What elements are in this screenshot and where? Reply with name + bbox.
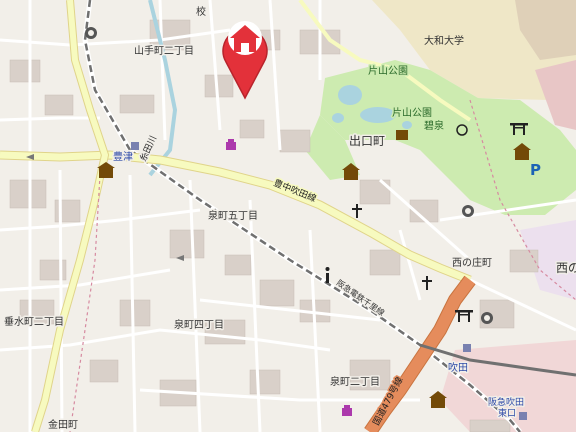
map-canvas[interactable]: P 山手町二丁目 校 大和大学 片山公園 片山公園 碧泉 出口町 豊津 糸田川 …: [0, 0, 576, 432]
label-izumicho-5: 泉町五丁目: [208, 209, 258, 222]
school-icon[interactable]: [481, 312, 493, 324]
pond: [332, 113, 344, 123]
svg-text:P: P: [530, 161, 541, 179]
pond: [402, 121, 412, 129]
label-katayama-park-north: 片山公園: [368, 64, 408, 77]
station-icon[interactable]: [519, 412, 527, 420]
label-toyotsu: 豊津: [113, 150, 133, 163]
label-hekisen: 碧泉: [424, 119, 444, 132]
label-katayama-park-south: 片山公園: [392, 106, 432, 119]
pond: [360, 107, 396, 123]
label-top-fragment: 校: [196, 5, 206, 18]
school-icon[interactable]: [462, 205, 474, 217]
station-icon[interactable]: [463, 344, 471, 352]
label-yamatecho-2: 山手町二丁目: [134, 44, 194, 57]
label-hankyu-suita: 阪急吹田: [488, 396, 524, 408]
label-tarumicho-2: 垂水町二丁目: [4, 316, 64, 328]
label-nishinoshocho: 西の庄町: [452, 256, 492, 269]
station-icon[interactable]: [131, 142, 139, 150]
label-nishino-edge: 西の: [556, 261, 576, 275]
label-daiwa-university: 大和大学: [424, 34, 464, 47]
label-deguchicho: 出口町: [349, 134, 385, 148]
pond: [338, 85, 362, 105]
info-icon[interactable]: [325, 267, 330, 283]
label-kaneda: 金田町: [48, 418, 78, 431]
label-izumicho-2: 泉町二丁目: [330, 375, 380, 388]
label-izumicho-4: 泉町四丁目: [174, 318, 224, 331]
school-icon[interactable]: [85, 27, 97, 39]
parking-icon[interactable]: P: [530, 161, 541, 179]
library-icon[interactable]: [396, 130, 408, 140]
label-hankyu-suita-east: 東口: [498, 407, 516, 419]
map-view[interactable]: P 山手町二丁目 校 大和大学 片山公園 片山公園 碧泉 出口町 豊津 糸田川 …: [0, 0, 576, 432]
label-suita-station: 吹田: [448, 361, 468, 374]
